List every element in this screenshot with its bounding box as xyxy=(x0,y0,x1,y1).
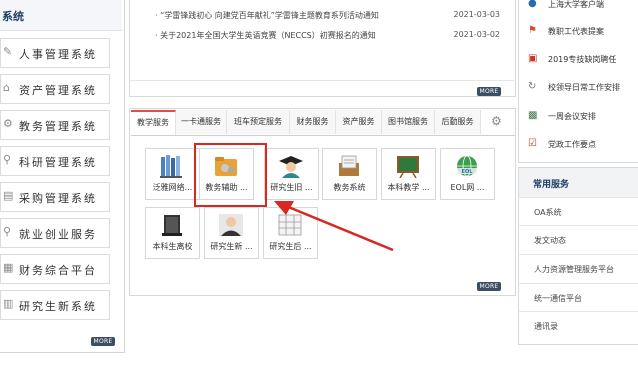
books-icon xyxy=(160,155,182,178)
right-item[interactable]: ● 上海大学客户端 xyxy=(520,0,638,18)
common-link-label[interactable]: 统一通信平台 xyxy=(534,293,582,304)
blackboard-icon xyxy=(397,156,419,178)
system-item-label: 就业创业服务 xyxy=(19,228,97,241)
service-tile-fanya[interactable]: 泛雅网络... xyxy=(145,148,200,200)
tile-label: 泛雅网络... xyxy=(152,183,193,192)
common-link-label[interactable]: OA系统 xyxy=(534,207,562,218)
tile-label: EOL网 ... xyxy=(450,183,485,192)
service-tile-graduate-old[interactable]: 研究生旧 ... xyxy=(264,148,319,200)
microscope-icon: ⚲ xyxy=(3,153,12,166)
person-icon xyxy=(219,214,243,236)
left-panel-title: 系统 xyxy=(2,10,24,23)
system-item-label: 资产管理系统 xyxy=(19,84,97,97)
common-services-header: 常用服务 xyxy=(519,168,638,197)
magnifier-icon: ⚲ xyxy=(3,225,12,238)
right-item[interactable]: ↻ 校领导日常工作安排 xyxy=(520,75,638,101)
right-item-label[interactable]: 一周会议安排 xyxy=(548,111,596,122)
right-item-label[interactable]: 上海大学客户端 xyxy=(548,0,604,10)
tile-label: 本科教学 ... xyxy=(387,183,430,192)
clipboard-icon: ▣ xyxy=(528,53,538,64)
svg-text:EOL: EOL xyxy=(462,169,474,175)
tile-label: 教务系统 xyxy=(333,183,366,192)
system-item-label: 人事管理系统 xyxy=(19,48,97,61)
system-item-label: 采购管理系统 xyxy=(19,192,97,205)
service-tile-academic-system[interactable]: 教务系统 xyxy=(322,148,377,200)
system-item-label: 研究生新系统 xyxy=(19,300,97,313)
service-tile-undergrad-teaching[interactable]: 本科教学 ... xyxy=(381,148,436,200)
graduate-icon xyxy=(279,156,303,178)
system-item-assets[interactable]: ⌂ 资产管理系统 xyxy=(0,74,110,104)
gear-icon: ⚙ xyxy=(3,117,13,130)
document-icon: ▤ xyxy=(3,189,14,202)
common-link-label[interactable]: 通讯录 xyxy=(534,321,558,332)
service-tile-graduate-new[interactable]: 研究生新 ... xyxy=(204,207,259,259)
right-item-label[interactable]: 教职工代表提案 xyxy=(548,26,604,37)
edit-icon: ✎ xyxy=(3,45,13,58)
news-title[interactable]: · 关于2021年全国大学生英语竞赛（NECCS）初赛报名的通知 xyxy=(155,30,376,41)
right-item-label[interactable]: 党政工作要点 xyxy=(548,139,596,150)
services-more-button[interactable]: MORE xyxy=(477,282,501,291)
tab-assets[interactable]: 资产服务 xyxy=(336,110,382,134)
common-link-label[interactable]: 人力资源管理服务平台 xyxy=(534,264,614,275)
service-tile-undergrad-leave[interactable]: 本科生离校 xyxy=(145,207,200,259)
inbox-icon xyxy=(339,155,359,176)
common-link-oa[interactable]: OA系统 xyxy=(518,197,638,226)
news-title[interactable]: · “学雷锋践初心 向建党百年献礼”学雷锋主题教育系列活动通知 xyxy=(155,10,379,21)
system-item-label: 教务管理系统 xyxy=(19,120,97,133)
book-icon: ▥ xyxy=(3,297,14,310)
tile-label: 本科生离校 xyxy=(152,242,193,251)
news-date: 2021-03-02 xyxy=(453,30,501,39)
common-link-communication[interactable]: 统一通信平台 xyxy=(518,283,638,312)
system-item-graduate[interactable]: ▥ 研究生新系统 xyxy=(0,290,110,320)
settings-gear-icon[interactable]: ⚙ xyxy=(491,114,502,128)
system-item-purchasing[interactable]: ▤ 采购管理系统 xyxy=(0,182,110,212)
system-item-academic[interactable]: ⚙ 教务管理系统 xyxy=(0,110,110,140)
right-item[interactable]: ☑ 党政工作要点 xyxy=(520,132,638,158)
common-link-hr-platform[interactable]: 人力资源管理服务平台 xyxy=(518,254,638,283)
system-item-finance[interactable]: ▦ 财务综合平台 xyxy=(0,254,110,284)
right-item-label[interactable]: 校领导日常工作安排 xyxy=(548,82,620,93)
tab-logistics[interactable]: 后勤服务 xyxy=(435,110,481,134)
building-icon: ⌂ xyxy=(3,81,10,94)
tab-shuttle[interactable]: 班车预定服务 xyxy=(227,110,290,134)
system-item-research[interactable]: ⚲ 科研管理系统 xyxy=(0,146,110,176)
right-item[interactable]: ⚑ 教职工代表提案 xyxy=(520,19,638,45)
right-item[interactable]: ▣ 2019专技缺岗聘任 xyxy=(520,47,638,73)
pin-icon: ● xyxy=(528,0,537,9)
common-services-title: 常用服务 xyxy=(533,180,570,190)
grid-icon: ▦ xyxy=(3,261,14,274)
system-item-hr[interactable]: ✎ 人事管理系统 xyxy=(0,38,110,68)
tab-teaching[interactable]: 教学服务 xyxy=(131,110,176,135)
right-item[interactable]: ▩ 一周会议安排 xyxy=(520,104,638,130)
news-more-button[interactable]: MORE xyxy=(477,87,501,96)
news-date: 2021-03-03 xyxy=(453,10,501,19)
calendar-icon: ▩ xyxy=(528,110,538,121)
service-tab-bar: 教学服务 一卡通服务 班车预定服务 财务服务 资产服务 图书馆服务 后勤服务 xyxy=(131,110,515,136)
system-item-label: 财务综合平台 xyxy=(19,264,97,277)
common-link-directory[interactable]: 通讯录 xyxy=(518,311,638,340)
right-item-label[interactable]: 2019专技缺岗聘任 xyxy=(548,54,616,65)
tab-campus-card[interactable]: 一卡通服务 xyxy=(176,110,227,134)
left-more-button[interactable]: MORE xyxy=(91,337,115,346)
globe-icon: EOL xyxy=(457,155,477,177)
left-panel-header: 系统 xyxy=(0,0,122,31)
book-stack-icon xyxy=(162,215,182,236)
annotation-arrow-icon xyxy=(274,201,394,252)
common-link-dispatch[interactable]: 发文动态 xyxy=(518,225,638,254)
news-divider xyxy=(130,80,514,81)
tab-library[interactable]: 图书馆服务 xyxy=(382,110,435,134)
checklist-icon: ☑ xyxy=(528,138,537,149)
highlight-box xyxy=(194,143,267,207)
tile-label: 研究生新 ... xyxy=(210,242,253,251)
tile-label: 研究生旧 ... xyxy=(270,183,313,192)
system-item-employment[interactable]: ⚲ 就业创业服务 xyxy=(0,218,110,248)
service-tile-eol[interactable]: EOL EOL网 ... xyxy=(440,148,495,200)
flag-icon: ⚑ xyxy=(528,25,537,36)
system-item-label: 科研管理系统 xyxy=(19,156,97,169)
common-link-label[interactable]: 发文动态 xyxy=(534,235,566,246)
tab-finance[interactable]: 财务服务 xyxy=(290,110,336,134)
refresh-icon: ↻ xyxy=(528,81,537,92)
